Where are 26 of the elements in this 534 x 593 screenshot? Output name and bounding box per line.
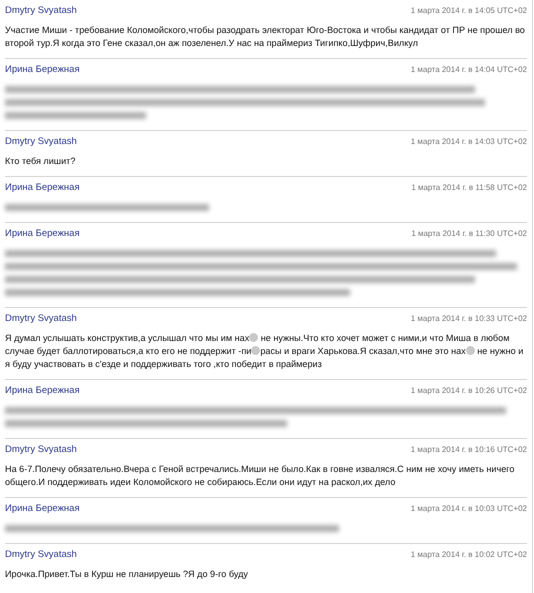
author-name[interactable]: Ирина Бережная [5,503,80,514]
message-time: 1 марта 2014 г. в 14:04 UTC+02 [410,65,527,74]
author-name[interactable]: Dmytry Svyatash [5,5,77,16]
message-time: 1 марта 2014 г. в 11:30 UTC+02 [411,229,527,238]
message-text: Участие Миши - требование Коломойского,чтобы разодрать электорат Юго-Востока и чтобы кандидат от ПР не прошел во второй тур.Я когда это Гене сказал,он аж позеленел.У нас на праймериз Тигипко,Шуфрич,Вилкул [5,24,526,50]
message-text: Кто тебя лишит? [5,155,76,168]
author-name[interactable]: Dmytry Svyatash [5,136,77,147]
author-name[interactable]: Ирина Бережная [5,182,80,193]
author-name[interactable]: Ирина Бережная [5,64,80,75]
message-time: 1 марта 2014 г. в 10:16 UTC+02 [410,445,527,454]
message-time: 1 марта 2014 г. в 14:03 UTC+02 [410,137,527,146]
message-time: 1 марта 2014 г. в 10:26 UTC+02 [410,386,527,395]
message-time: 1 марта 2014 г. в 10:03 UTC+02 [410,504,527,513]
censor-blot [466,346,475,355]
message-time: 1 марта 2014 г. в 10:02 UTC+02 [410,550,527,559]
author-name[interactable]: Dmytry Svyatash [5,549,77,560]
message-text: На 6-7.Полечу обязательно.Вчера с Геной встречались.Миши не было.Как в говне изваляся.С ним не хочу иметь ничего общего.И поддерживать идеи Коломойского не собираюсь.Если они идут на раскол,их дело [5,463,516,489]
message-text: Я думал услышать конструктив,а услышал что мы им нах не нужны.Что кто хочет может с ними,и что Миша в любом случае будет баллотироваться,а кто его не поддержит -пи расы и враги Харькова.Я сказал,что мне это нах не нужно и я буду участвовать в с'езде и поддерживать того ,кто победит в праймериз [5,332,524,371]
message-time: 1 марта 2014 г. в 14:05 UTC+02 [410,6,527,15]
author-name[interactable]: Ирина Бережная [5,228,80,239]
author-name[interactable]: Dmytry Svyatash [5,444,77,455]
message-text: Ирочка.Привет.Ты в Курш не планируешь ?Я до 9-го буду [5,568,249,581]
message-time: 1 марта 2014 г. в 10:33 UTC+02 [410,314,527,323]
author-name[interactable]: Ирина Бережная [5,385,80,396]
message-time: 1 марта 2014 г. в 11:58 UTC+02 [411,183,527,192]
author-name[interactable]: Dmytry Svyatash [5,313,77,324]
